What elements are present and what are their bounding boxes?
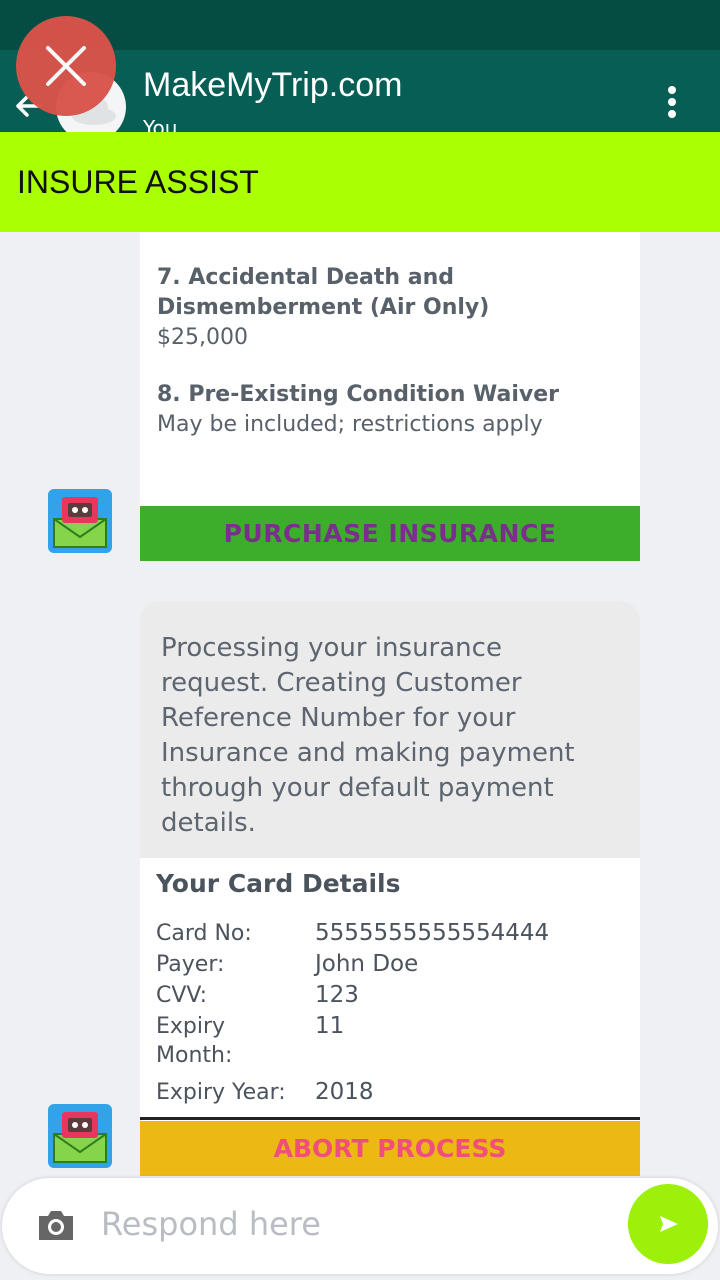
message-line: details. <box>161 808 256 838</box>
robot-mail-icon <box>53 497 107 548</box>
cvv-label: CVV: <box>156 983 208 1008</box>
send-icon <box>660 1216 678 1232</box>
coverage-card: 7. Accidental Death and Dismemberment (A… <box>140 232 640 506</box>
abort-process-button[interactable]: ABORT PROCESS <box>140 1121 640 1177</box>
message-line: Insurance and making payment <box>161 738 575 768</box>
expiry-year-label: Expiry Year: <box>156 1080 286 1105</box>
coverage-heading: 8. Pre-Existing Condition Waiver <box>157 382 560 407</box>
coverage-item: 7. Accidental Death and Dismemberment (A… <box>157 263 489 353</box>
payer-label: Payer: <box>156 952 225 977</box>
divider <box>140 1117 640 1120</box>
composer-placeholder: Respond here <box>101 1205 321 1243</box>
banner-label: INSURE ASSIST <box>17 164 259 200</box>
expiry-month-label-line: Month: <box>156 1043 233 1068</box>
expiry-month-label: Expiry Month: <box>156 1012 232 1070</box>
close-button[interactable] <box>16 16 116 116</box>
expiry-month-label-line: Expiry <box>156 1014 226 1039</box>
card-no-label: Card No: <box>156 921 252 946</box>
coverage-heading: Dismemberment (Air Only) <box>157 295 490 320</box>
payment-card: Processing your insurance request. Creat… <box>140 601 640 1121</box>
more-options-icon[interactable] <box>660 86 684 126</box>
bot-avatar <box>48 1104 112 1168</box>
close-icon <box>46 46 86 86</box>
processing-message: Processing your insurance request. Creat… <box>140 601 640 858</box>
camera-icon[interactable] <box>35 1206 77 1244</box>
coverage-detail: $25,000 <box>157 325 248 350</box>
purchase-insurance-button[interactable]: PURCHASE INSURANCE <box>140 506 640 561</box>
card-no-value: 5555555555554444 <box>315 920 550 946</box>
message-line: request. Creating Customer <box>161 668 522 698</box>
coverage-item: 8. Pre-Existing Condition Waiver May be … <box>157 380 559 440</box>
robot-mail-icon <box>53 1112 107 1163</box>
payer-value: John Doe <box>315 951 419 977</box>
message-line: Processing your insurance <box>161 633 502 663</box>
message-line: Reference Number for your <box>161 703 516 733</box>
expiry-year-value: 2018 <box>315 1079 374 1105</box>
coverage-heading: 7. Accidental Death and <box>157 265 454 290</box>
chat-title: MakeMyTrip.com <box>143 66 403 104</box>
send-button[interactable] <box>628 1184 708 1264</box>
message-line: through your default payment <box>161 773 554 803</box>
insure-assist-banner: INSURE ASSIST <box>0 132 720 232</box>
coverage-detail: May be included; restrictions apply <box>157 412 543 437</box>
cvv-value: 123 <box>315 982 359 1008</box>
card-details-heading: Your Card Details <box>156 869 401 898</box>
bot-avatar <box>48 489 112 553</box>
expiry-month-value: 11 <box>315 1013 345 1039</box>
